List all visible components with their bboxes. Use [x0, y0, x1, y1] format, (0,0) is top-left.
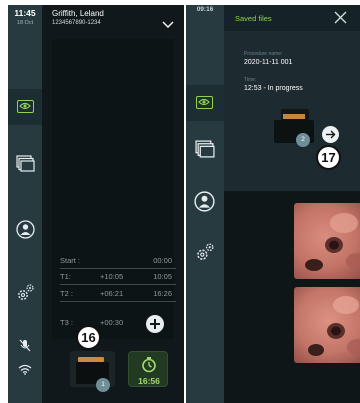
- clock: 11:45: [14, 8, 36, 18]
- timer-value: 16:56: [138, 376, 160, 386]
- timer-row-t1: T1: +10:05 10:05: [60, 269, 176, 285]
- gallery-image-1[interactable]: [294, 203, 360, 279]
- folders-icon[interactable]: [16, 155, 35, 177]
- callout-16: 16: [76, 325, 101, 350]
- eye-icon: [196, 96, 213, 109]
- folder-icon: [283, 114, 305, 119]
- settings-icon[interactable]: [196, 242, 215, 266]
- arrow-right-icon[interactable]: [322, 126, 339, 143]
- main-screen: 11:45 18 Oct Griffith, Leland 1234567890…: [8, 5, 184, 403]
- image-gallery: [224, 191, 360, 403]
- chevron-down-icon[interactable]: [162, 15, 174, 33]
- nav-live-view[interactable]: [8, 89, 42, 125]
- timer-button[interactable]: 16:56: [128, 351, 168, 387]
- saved-files-screen: 09:16 Saved files Procedure name: 2020-1…: [186, 5, 360, 403]
- clock: 09:16: [196, 6, 214, 13]
- sidebar: 09:16: [186, 5, 224, 403]
- timer-row-start: Start : 00:00: [60, 253, 176, 269]
- close-icon[interactable]: [334, 11, 347, 29]
- patient-info[interactable]: Griffith, Leland 1234567890-1234: [52, 9, 104, 26]
- nav-live-view[interactable]: [186, 85, 224, 121]
- timer-row-t2: T2 : +06:21 16:26: [60, 286, 176, 302]
- procedure-folder[interactable]: 2: [274, 109, 314, 147]
- settings-icon[interactable]: [17, 283, 35, 306]
- sidebar: 11:45 18 Oct: [8, 5, 42, 403]
- patient-name: Griffith, Leland: [52, 9, 104, 18]
- folder-count-badge: 2: [296, 133, 310, 147]
- gallery-image-2[interactable]: [294, 287, 360, 363]
- procedure-name-label: Procedure name:: [244, 51, 283, 57]
- mic-off-icon[interactable]: [19, 339, 31, 357]
- date: 18 Oct: [16, 20, 34, 26]
- page-title: Saved files: [235, 14, 272, 23]
- timer-icon: [141, 356, 157, 378]
- procedure-name: 2020-11-11 001: [244, 59, 293, 66]
- wifi-icon: [18, 362, 32, 380]
- patient-icon[interactable]: [16, 220, 35, 244]
- saved-files-button[interactable]: 1: [70, 351, 115, 392]
- plus-icon[interactable]: [146, 315, 164, 333]
- patient-id: 1234567890-1234: [52, 20, 101, 26]
- patient-icon[interactable]: [194, 191, 215, 217]
- time-value: 12:53 - In progress: [244, 85, 303, 92]
- folders-icon[interactable]: [195, 140, 215, 163]
- callout-17: 17: [316, 145, 341, 170]
- time-label: Time:: [244, 77, 257, 83]
- eye-icon: [17, 100, 34, 113]
- saved-count-badge: 1: [96, 378, 110, 392]
